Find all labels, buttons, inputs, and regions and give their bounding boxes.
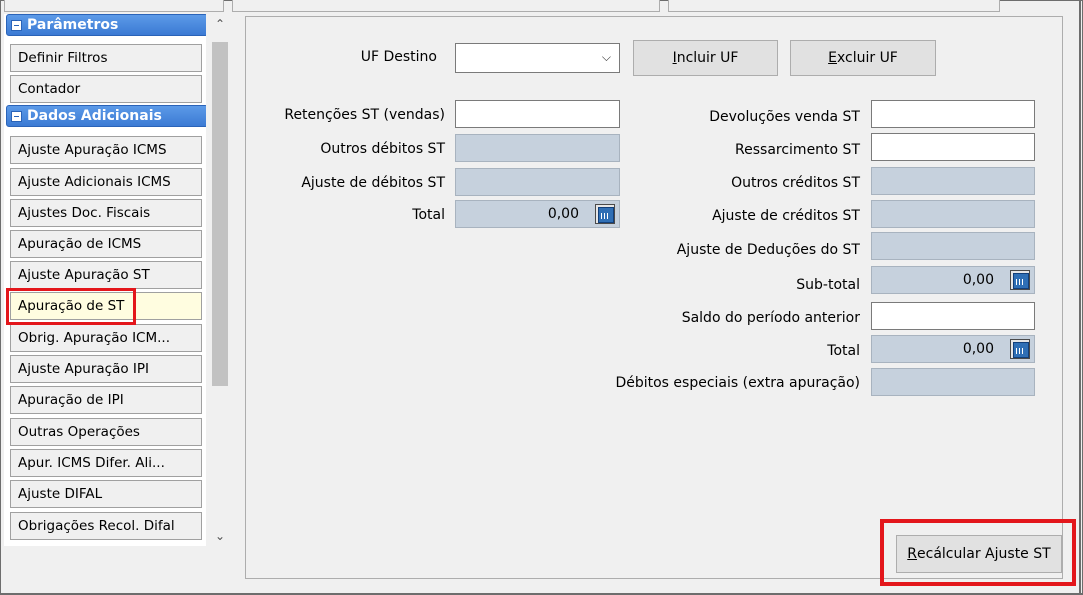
group-header-label: Parâmetros bbox=[27, 17, 119, 33]
sidebar-item-apur-icms-difer[interactable]: Apur. ICMS Difer. Ali... bbox=[10, 449, 202, 477]
debitos-especiais-field bbox=[871, 368, 1035, 396]
calculator-icon[interactable] bbox=[1010, 339, 1030, 359]
ajuste-deducoes-st-field bbox=[871, 232, 1035, 260]
total-debitos-label: Total bbox=[412, 207, 445, 223]
total-debitos-field: 0,00 bbox=[455, 200, 620, 228]
outros-creditos-st-label: Outros créditos ST bbox=[731, 175, 860, 191]
scrollbar-thumb[interactable] bbox=[212, 42, 228, 386]
excluir-uf-button[interactable]: Excluir UF bbox=[790, 40, 936, 76]
ajuste-creditos-st-field bbox=[871, 200, 1035, 228]
ajuste-deducoes-st-label: Ajuste de Deduções do ST bbox=[676, 242, 860, 258]
subtotal-label: Sub-total bbox=[796, 277, 860, 293]
group-header-parametros[interactable]: Parâmetros bbox=[6, 14, 206, 36]
sidebar-item-ajuste-apuracao-ipi[interactable]: Ajuste Apuração IPI bbox=[10, 355, 202, 383]
sidebar-item-definir-filtros[interactable]: Definir Filtros bbox=[10, 44, 202, 72]
sidebar-item-outras-operacoes[interactable]: Outras Operações bbox=[10, 418, 202, 446]
recalcular-highlight-box bbox=[880, 519, 1076, 586]
uf-destino-select[interactable]: ⌵ bbox=[455, 43, 620, 73]
outros-debitos-st-label: Outros débitos ST bbox=[320, 141, 445, 157]
ajuste-debitos-st-field bbox=[455, 168, 620, 196]
outros-creditos-st-field bbox=[871, 167, 1035, 195]
subtotal-field: 0,00 bbox=[871, 266, 1035, 294]
sidebar-item-apuracao-icms[interactable]: Apuração de ICMS bbox=[10, 230, 202, 258]
devolucoes-venda-st-input[interactable] bbox=[871, 100, 1035, 128]
sidebar-item-ajuste-adicionais-icms[interactable]: Ajuste Adicionais ICMS bbox=[10, 168, 202, 196]
incluir-uf-label: ncluir UF bbox=[676, 50, 739, 66]
collapse-minus-icon[interactable] bbox=[11, 110, 22, 122]
sidebar-item-apuracao-ipi[interactable]: Apuração de IPI bbox=[10, 386, 202, 414]
sidebar-scrollbar[interactable]: ⌃ ⌄ bbox=[208, 14, 232, 546]
excluir-uf-hotkey: E bbox=[828, 50, 837, 66]
uf-destino-label: UF Destino bbox=[360, 49, 437, 65]
excluir-uf-label: xcluir UF bbox=[836, 50, 898, 66]
sidebar-item-ajuste-apuracao-icms[interactable]: Ajuste Apuração ICMS bbox=[10, 136, 202, 164]
sidebar-item-ajustes-doc-fiscais[interactable]: Ajustes Doc. Fiscais bbox=[10, 199, 202, 227]
calculator-icon[interactable] bbox=[1010, 270, 1030, 290]
top-tab-stub[interactable] bbox=[668, 0, 1000, 12]
window-edge-right bbox=[1079, 0, 1081, 595]
outros-debitos-st-field bbox=[455, 134, 620, 162]
total-creditos-value: 0,00 bbox=[962, 341, 994, 357]
collapse-minus-icon[interactable] bbox=[11, 19, 22, 31]
sidebar-item-apuracao-st[interactable]: Apuração de ST bbox=[10, 292, 202, 320]
total-creditos-field: 0,00 bbox=[871, 335, 1035, 363]
group-header-dados-adicionais[interactable]: Dados Adicionais bbox=[6, 105, 206, 127]
group-header-label: Dados Adicionais bbox=[27, 108, 162, 124]
devolucoes-venda-st-label: Devoluções venda ST bbox=[709, 109, 860, 125]
sidebar: Parâmetros Definir Filtros Contador Dado… bbox=[4, 14, 206, 546]
sidebar-item-ajuste-difal[interactable]: Ajuste DIFAL bbox=[10, 480, 202, 508]
top-tab-stub[interactable] bbox=[4, 0, 224, 12]
ajuste-debitos-st-label: Ajuste de débitos ST bbox=[301, 175, 445, 191]
ressarcimento-st-input[interactable] bbox=[871, 133, 1035, 161]
sidebar-item-obrigacoes-recol-difal[interactable]: Obrigações Recol. Difal bbox=[10, 512, 202, 540]
scroll-up-icon[interactable]: ⌃ bbox=[208, 14, 232, 34]
scroll-down-icon[interactable]: ⌄ bbox=[208, 526, 232, 546]
subtotal-value: 0,00 bbox=[962, 272, 994, 288]
chevron-down-icon[interactable]: ⌵ bbox=[602, 50, 611, 65]
total-debitos-value: 0,00 bbox=[547, 206, 579, 222]
retencoes-st-input[interactable] bbox=[455, 100, 620, 128]
ressarcimento-st-label: Ressarcimento ST bbox=[735, 142, 860, 158]
saldo-periodo-anterior-input[interactable] bbox=[871, 302, 1035, 330]
ajuste-creditos-st-label: Ajuste de créditos ST bbox=[712, 208, 860, 224]
debitos-especiais-label: Débitos especiais (extra apuração) bbox=[615, 375, 860, 391]
sidebar-item-obrig-apuracao-icms[interactable]: Obrig. Apuração ICM... bbox=[10, 324, 202, 352]
total-creditos-label: Total bbox=[827, 343, 860, 359]
retencoes-st-label: Retenções ST (vendas) bbox=[284, 107, 445, 123]
saldo-periodo-anterior-label: Saldo do período anterior bbox=[681, 310, 860, 326]
sidebar-item-contador[interactable]: Contador bbox=[10, 75, 202, 103]
calculator-icon[interactable] bbox=[595, 204, 615, 224]
incluir-uf-button[interactable]: Incluir UF bbox=[633, 40, 778, 76]
top-tab-stub[interactable] bbox=[232, 0, 660, 12]
sidebar-item-ajuste-apuracao-st[interactable]: Ajuste Apuração ST bbox=[10, 261, 202, 289]
